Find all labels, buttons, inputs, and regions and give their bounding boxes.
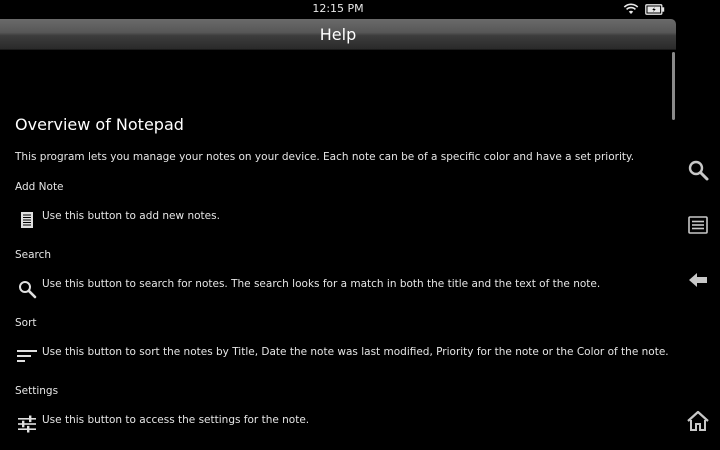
search-description: Use this button to search for notes. The… [42, 278, 601, 290]
settings-description: Use this button to access the settings f… [42, 414, 310, 426]
section-title-add-note: Add Note [15, 181, 64, 193]
overview-heading: Overview of Notepad [15, 115, 184, 134]
menu-icon[interactable] [686, 213, 710, 237]
sort-description: Use this button to sort the notes by Tit… [42, 346, 669, 358]
section-title-settings: Settings [15, 385, 59, 397]
search-icon[interactable] [686, 158, 710, 182]
help-content[interactable]: Overview of Notepad This program lets yo… [0, 50, 676, 450]
side-nav [676, 0, 720, 450]
add-note-description: Use this button to add new notes. [42, 210, 220, 222]
settings-sliders-icon [18, 415, 36, 433]
title-bar: Help [0, 19, 676, 50]
sort-icon [17, 350, 37, 362]
search-icon [19, 281, 37, 299]
add-note-icon [21, 212, 33, 228]
battery-icon [645, 4, 665, 15]
section-title-sort: Sort [15, 317, 37, 329]
screen: 12:15 PM Help Overview of Notepad This p… [0, 0, 720, 450]
section-title-search: Search [15, 249, 52, 261]
wifi-icon [623, 3, 639, 14]
status-bar: 12:15 PM [0, 0, 676, 19]
scrollbar[interactable] [672, 52, 675, 120]
back-arrow-icon[interactable] [686, 268, 710, 292]
page-title: Help [319, 25, 357, 44]
status-time: 12:15 PM [312, 2, 364, 15]
home-icon[interactable] [686, 409, 710, 433]
overview-intro: This program lets you manage your notes … [15, 151, 635, 163]
